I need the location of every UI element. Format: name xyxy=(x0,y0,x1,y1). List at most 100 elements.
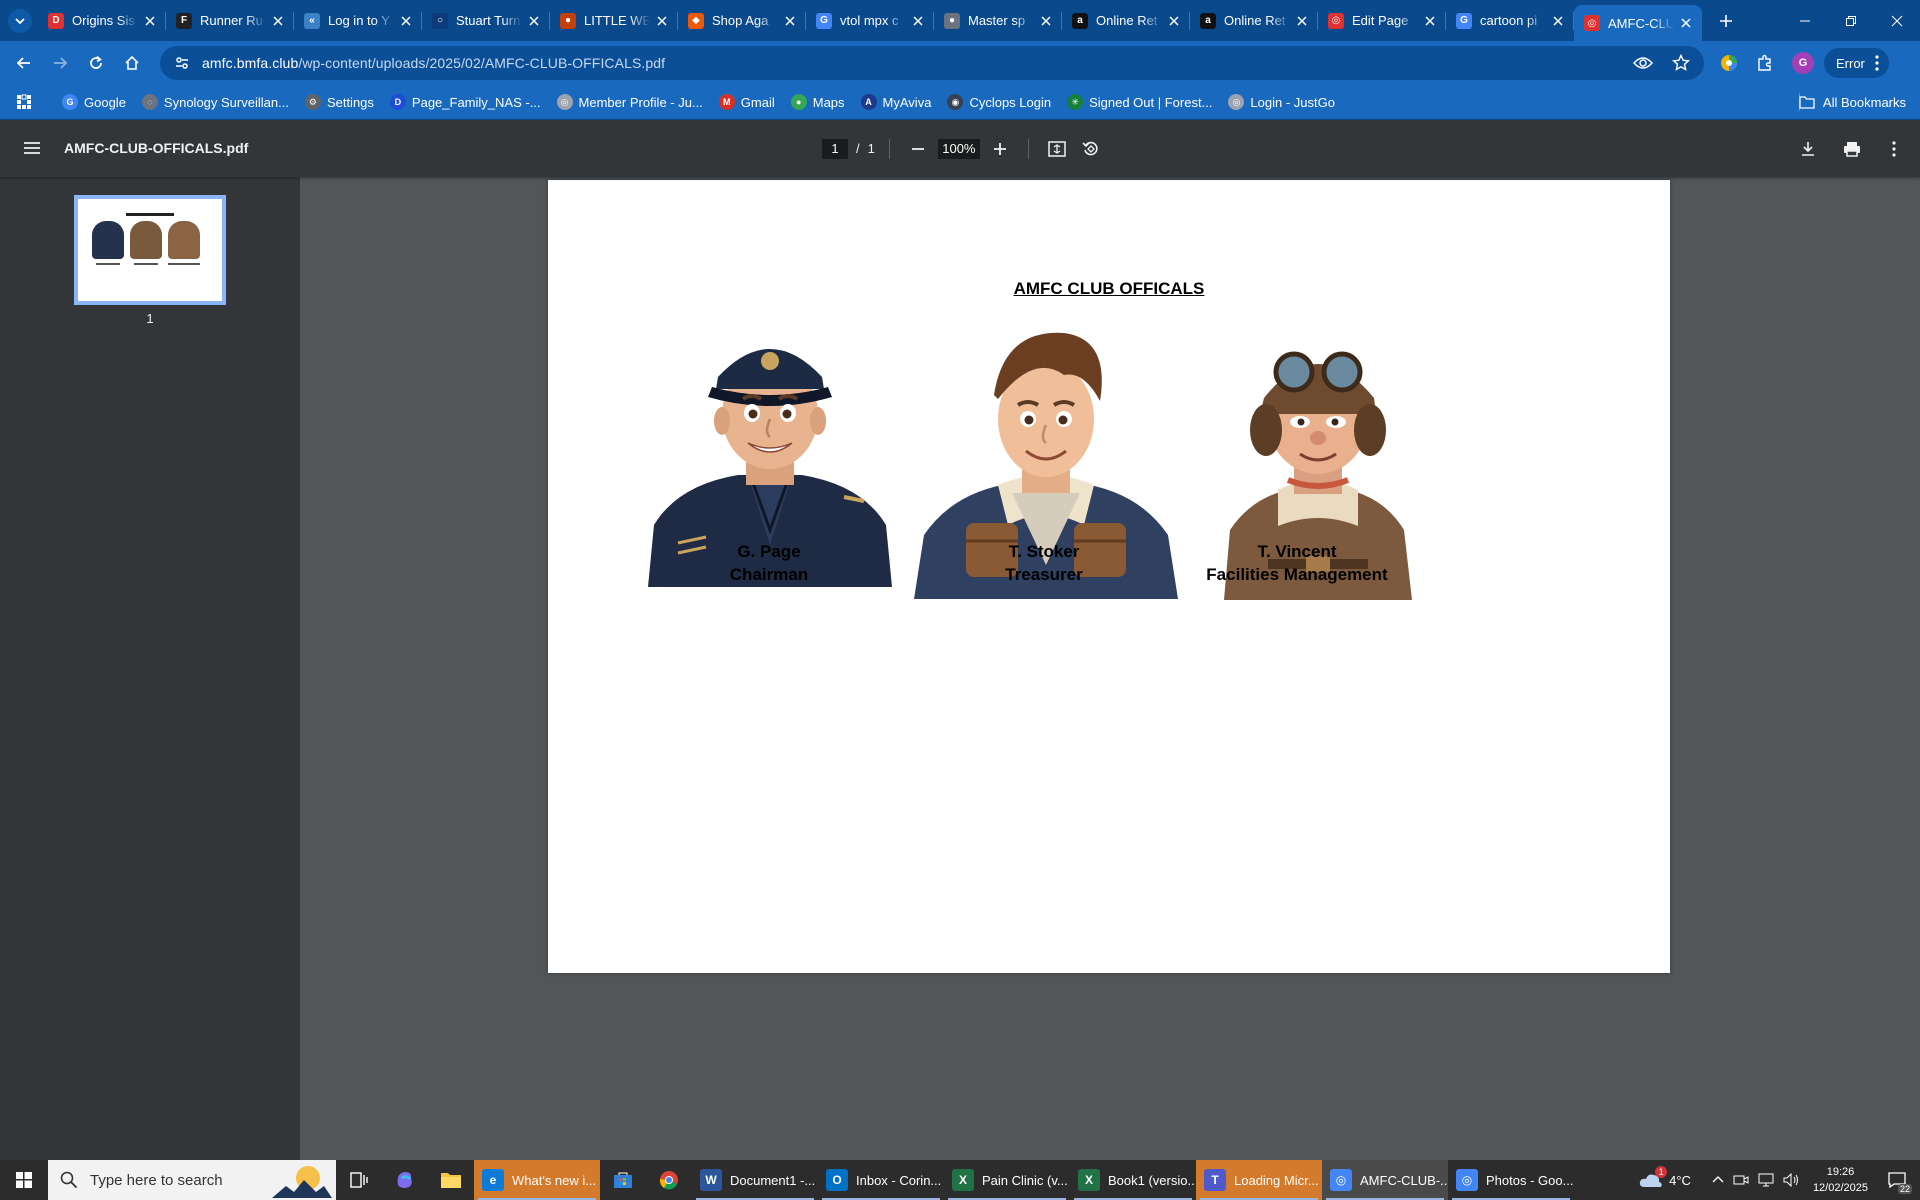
bookmark-item[interactable]: ⚙ Settings xyxy=(297,88,382,116)
file-explorer-button[interactable] xyxy=(428,1160,474,1200)
tab[interactable]: D Origins Sis xyxy=(38,0,166,41)
volume-icon[interactable] xyxy=(1783,1173,1799,1187)
pdf-viewer[interactable]: AMFC CLUB OFFICALS G. Page Chairman T. S… xyxy=(300,177,1920,1160)
taskbar-app[interactable]: T Loading Micr... xyxy=(1196,1160,1322,1200)
store-button[interactable] xyxy=(600,1160,646,1200)
zoom-level-input[interactable]: 100% xyxy=(937,138,980,159)
tab-close-button[interactable] xyxy=(1678,15,1694,31)
copilot-button[interactable] xyxy=(382,1160,428,1200)
tab-close-button[interactable] xyxy=(1550,13,1566,29)
bookmark-item[interactable]: ◎ Member Profile - Ju... xyxy=(549,88,711,116)
tab-close-button[interactable] xyxy=(142,13,158,29)
bookmark-item[interactable]: ◌ Synology Surveillan... xyxy=(134,88,297,116)
tab-close-button[interactable] xyxy=(782,13,798,29)
tab[interactable]: ◎ Edit Page xyxy=(1318,0,1446,41)
network-icon[interactable] xyxy=(1757,1173,1775,1187)
page-thumbnail[interactable] xyxy=(74,195,226,305)
chevron-up-icon[interactable] xyxy=(1711,1173,1725,1187)
restore-button[interactable] xyxy=(1828,0,1874,41)
tab[interactable]: Gvtol mpx c xyxy=(806,0,934,41)
tab-close-button[interactable] xyxy=(654,13,670,29)
address-bar[interactable]: amfc.bmfa.club/wp-content/uploads/2025/0… xyxy=(160,46,1704,80)
taskbar-app[interactable]: W Document1 -... xyxy=(692,1160,818,1200)
bookmark-item[interactable]: A MyAviva xyxy=(853,88,940,116)
bookmark-item[interactable]: ✳ Signed Out | Forest... xyxy=(1059,88,1220,116)
rotate-button[interactable] xyxy=(1077,135,1105,163)
tab[interactable]: ○ Stuart Turn xyxy=(422,0,550,41)
copilot-icon xyxy=(397,1172,412,1188)
taskbar-app[interactable]: X Book1 (versio... xyxy=(1070,1160,1196,1200)
tab-close-button[interactable] xyxy=(1422,13,1438,29)
tab-favicon-icon: G xyxy=(816,12,832,29)
taskbar-app[interactable]: O Inbox - Corin... xyxy=(818,1160,944,1200)
back-button[interactable] xyxy=(8,47,40,79)
new-tab-button[interactable] xyxy=(1712,7,1740,35)
bookmark-item[interactable]: ◎ Login - JustGo xyxy=(1220,88,1343,116)
bookmark-label: Synology Surveillan... xyxy=(163,94,289,110)
bookmark-star-button[interactable] xyxy=(1668,50,1694,76)
taskbar-app[interactable]: e What's new i... xyxy=(474,1160,600,1200)
minimize-button[interactable] xyxy=(1782,0,1828,41)
bookmark-item[interactable]: D Page_Family_NAS -... xyxy=(382,88,549,116)
tab[interactable]: ◆ Shop Aga xyxy=(678,0,806,41)
home-button[interactable] xyxy=(116,47,148,79)
more-options-button[interactable] xyxy=(1880,135,1908,163)
taskbar-app-label: Inbox - Corin... xyxy=(856,1172,942,1188)
extensions-button[interactable] xyxy=(1752,50,1778,76)
weather-widget[interactable]: 1 4°C xyxy=(1639,1160,1691,1200)
apps-button[interactable] xyxy=(14,92,34,112)
tab[interactable]: ● Master sp xyxy=(934,0,1062,41)
tab-close-button[interactable] xyxy=(1166,13,1182,29)
tab[interactable]: ● LITTLE WE xyxy=(550,0,678,41)
bookmark-item[interactable]: ◉ Cyclops Login xyxy=(939,88,1059,116)
tab-close-button[interactable] xyxy=(398,13,414,29)
bookmark-item[interactable]: G Google xyxy=(54,88,134,116)
tab-close-button[interactable] xyxy=(1294,13,1310,29)
meet-now-icon[interactable] xyxy=(1733,1173,1749,1187)
start-button[interactable] xyxy=(0,1160,48,1200)
tab-close-button[interactable] xyxy=(270,13,286,29)
bookmark-item[interactable]: ● Maps xyxy=(783,88,853,116)
taskbar-app[interactable]: ◎ Photos - Goo... xyxy=(1448,1160,1574,1200)
taskbar-search-box[interactable]: Type here to search xyxy=(48,1160,336,1200)
page-number-input[interactable]: 1 xyxy=(822,138,848,159)
tab-close-button[interactable] xyxy=(526,13,542,29)
forward-button[interactable] xyxy=(44,47,76,79)
close-window-button[interactable] xyxy=(1874,0,1920,41)
tab-favicon-icon: ◆ xyxy=(688,12,704,29)
minimize-icon xyxy=(1800,20,1810,21)
print-button[interactable] xyxy=(1838,135,1866,163)
tab-close-button[interactable] xyxy=(1038,13,1054,29)
reload-button[interactable] xyxy=(80,47,112,79)
error-button[interactable]: Error xyxy=(1824,48,1889,78)
zoom-in-button[interactable] xyxy=(986,135,1014,163)
download-button[interactable] xyxy=(1794,135,1822,163)
minus-icon xyxy=(911,147,924,150)
tab[interactable]: F Runner Ru xyxy=(166,0,294,41)
extension-button[interactable] xyxy=(1716,50,1742,76)
tab-title: Shop Aga xyxy=(712,13,769,28)
tab-active[interactable]: ◎ AMFC-CLU xyxy=(1574,5,1702,41)
fit-page-button[interactable] xyxy=(1043,135,1071,163)
tab[interactable]: a Online Ret xyxy=(1062,0,1190,41)
zoom-out-button[interactable] xyxy=(904,135,932,163)
notification-center-button[interactable]: 22 xyxy=(1882,1160,1912,1200)
eye-button[interactable] xyxy=(1630,50,1656,76)
taskbar-clock[interactable]: 19:26 12/02/2025 xyxy=(1813,1164,1868,1196)
chrome-button[interactable] xyxy=(646,1160,692,1200)
tab[interactable]: « Log in to Y xyxy=(294,0,422,41)
tab-title: Online Ret xyxy=(1096,13,1158,28)
all-bookmarks-button[interactable]: All Bookmarks xyxy=(1799,85,1906,119)
taskbar-app[interactable]: X Pain Clinic (v... xyxy=(944,1160,1070,1200)
site-info-button[interactable] xyxy=(172,53,192,73)
taskbar-app[interactable]: ◎ AMFC-CLUB-... xyxy=(1322,1160,1448,1200)
task-view-button[interactable] xyxy=(336,1160,382,1200)
profile-button[interactable]: G xyxy=(1790,50,1816,76)
bookmark-item[interactable]: M Gmail xyxy=(711,88,783,116)
pdf-sidebar-toggle[interactable] xyxy=(20,136,44,160)
tab-search-button[interactable] xyxy=(8,8,32,33)
app-icon: X xyxy=(952,1169,974,1191)
tab[interactable]: Gcartoon pi xyxy=(1446,0,1574,41)
tab[interactable]: a Online Ret xyxy=(1190,0,1318,41)
tab-close-button[interactable] xyxy=(910,13,926,29)
